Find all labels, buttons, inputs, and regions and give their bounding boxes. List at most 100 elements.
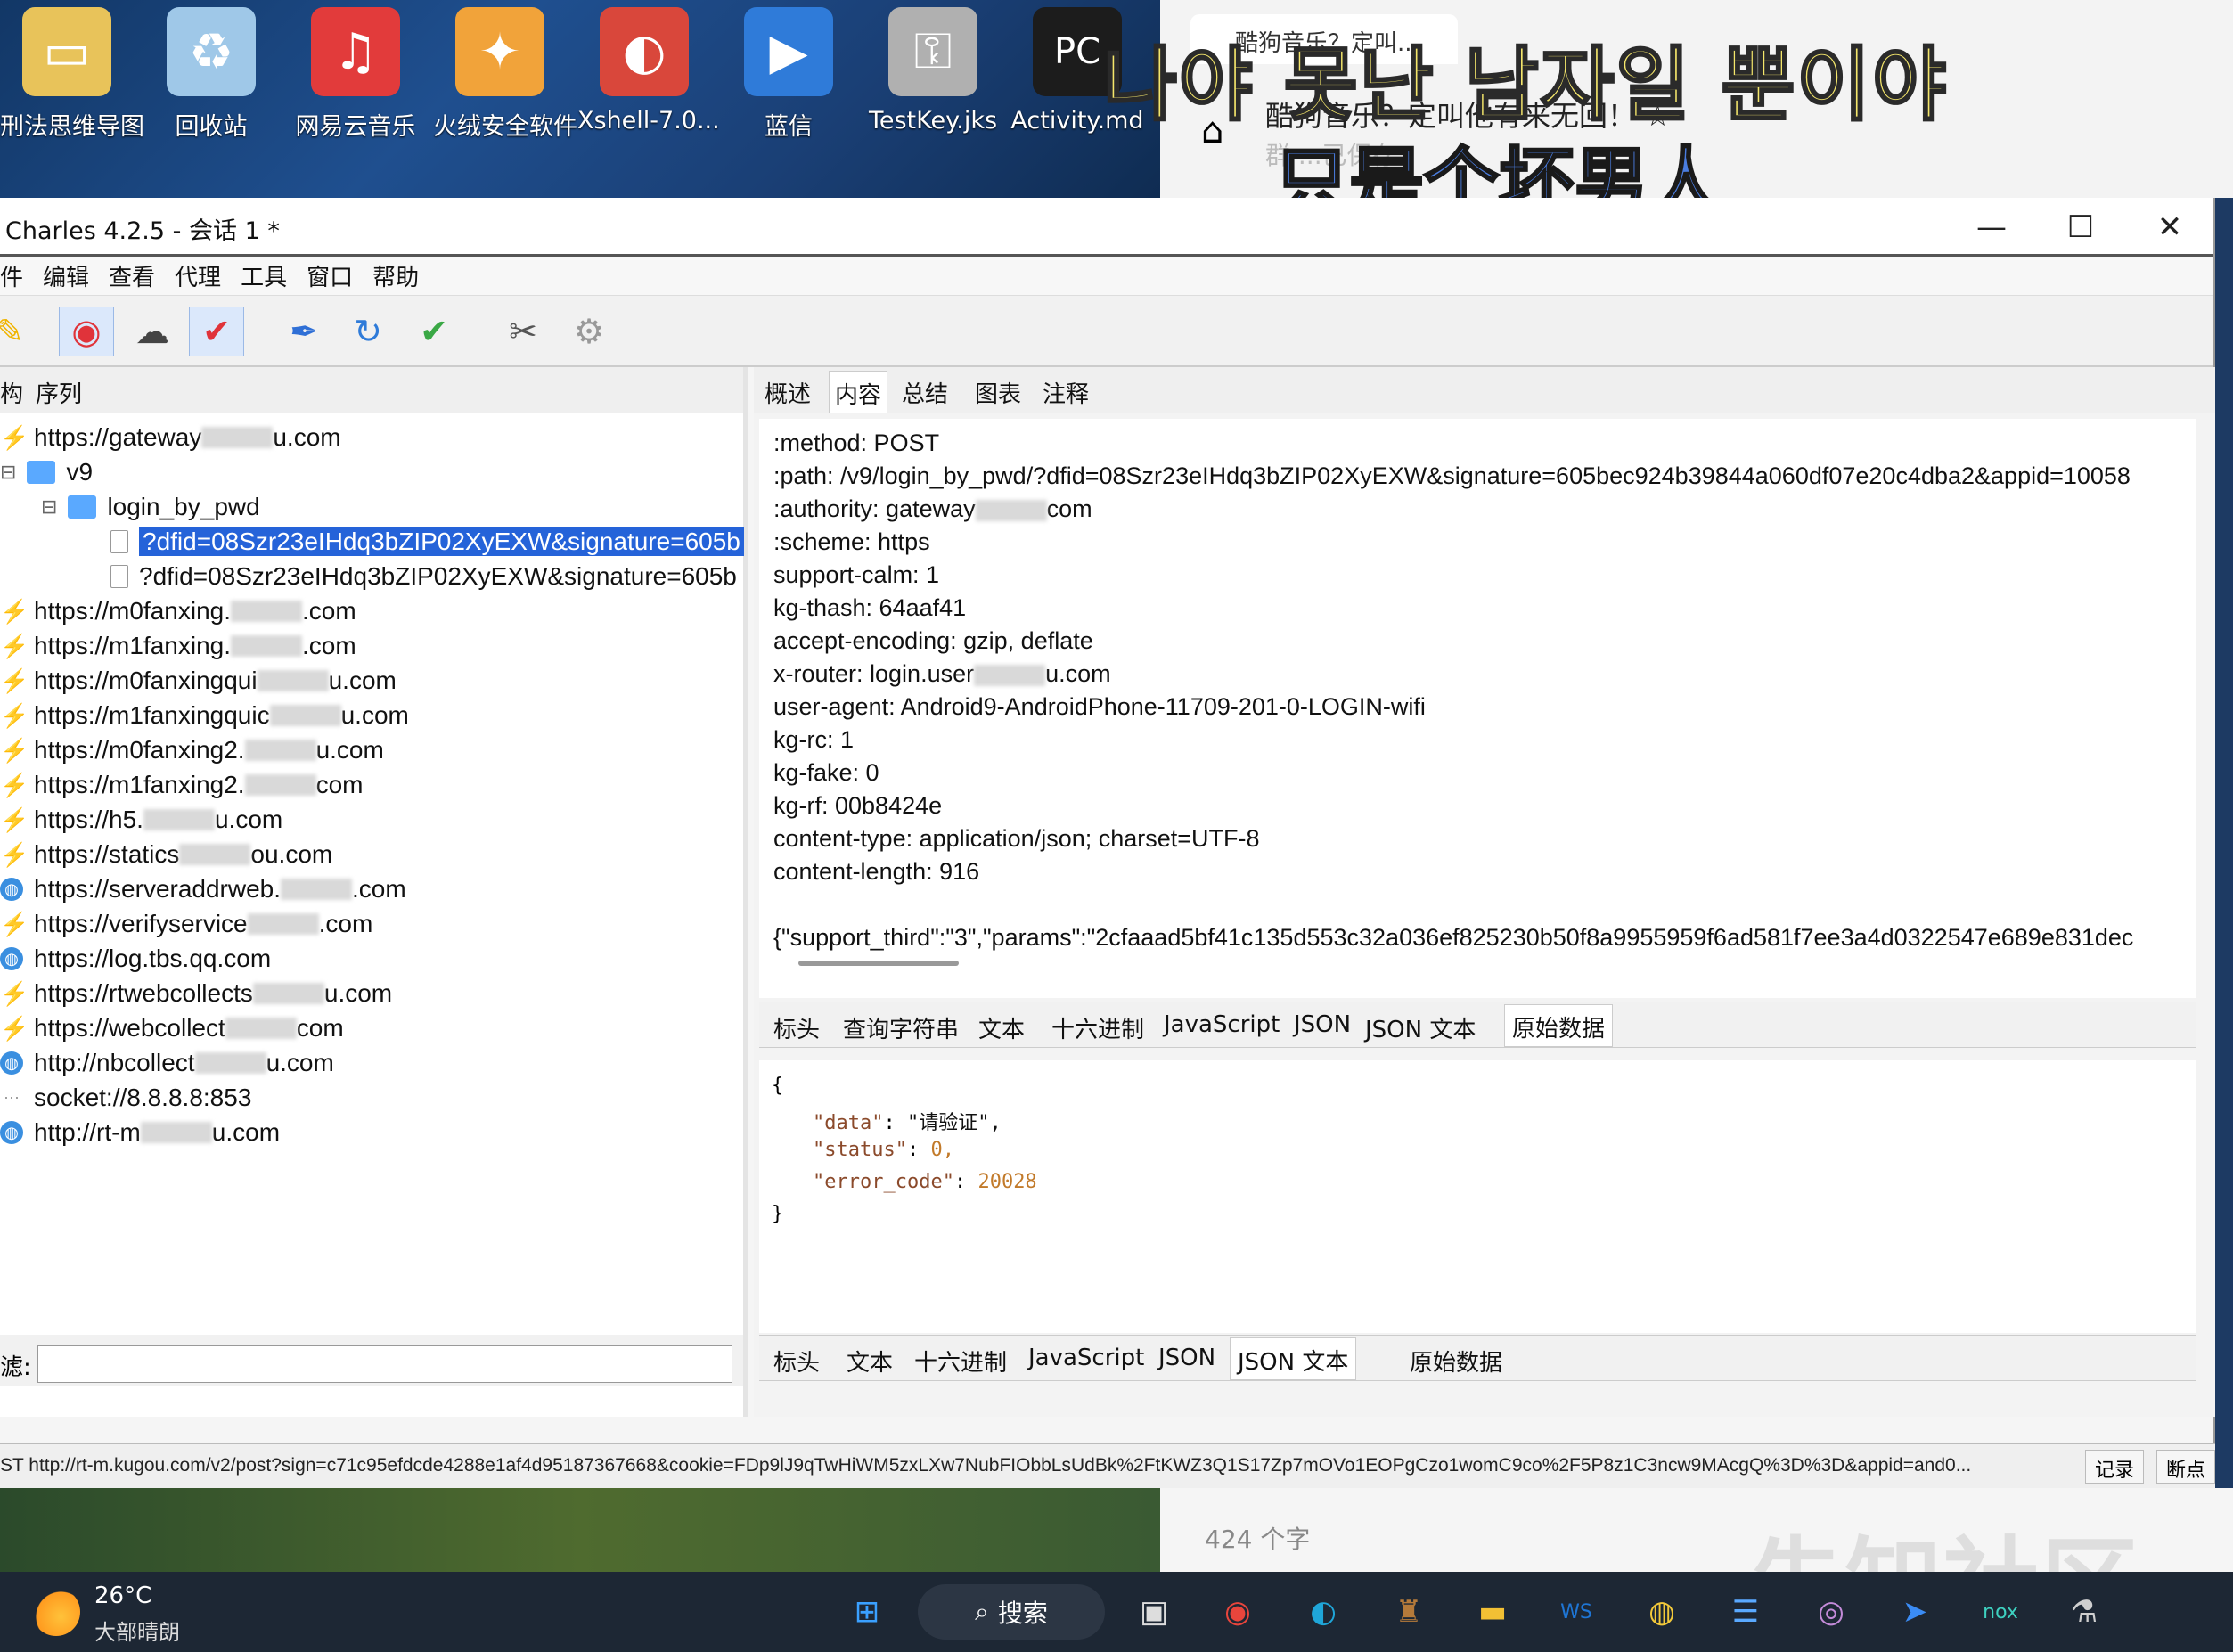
menu-item[interactable]: 工具 [241,259,287,292]
view-tab[interactable]: JSON [1158,1345,1215,1371]
request-header-line: content-length: 916 [773,858,979,886]
task-view-icon[interactable]: ▣ [1128,1586,1180,1638]
yellow-app-icon[interactable]: ◍ [1636,1586,1688,1638]
record-icon[interactable]: ◉ [59,307,114,356]
tree-row[interactable]: ⚡ https://m1fanxing2. com [0,768,363,802]
redacted-block [231,601,303,622]
lightning-icon: ⚡ [0,633,29,659]
tab-structure[interactable]: 构 [0,376,23,409]
broom-icon[interactable]: ✎ [0,307,37,356]
view-tab[interactable]: 文本 [847,1345,893,1378]
request-header-line: x-router: login.user u.com [773,660,1111,688]
breakpoints-button[interactable]: 断点 [2156,1450,2215,1484]
desktop-icon[interactable]: ▶ 蓝信 [722,0,855,142]
view-tab[interactable]: JSON 文本 [1230,1337,1357,1380]
tree-row[interactable]: ?dfid=08Szr23eIHdq3bZIP02XyEXW&signature… [110,560,737,593]
game-icon[interactable]: ♜ [1383,1586,1435,1638]
view-tab[interactable]: 标头 [773,1345,820,1378]
menu-item[interactable]: 编辑 [43,259,89,292]
tree-row[interactable]: ⚡ https://m0fanxing2. u.com [0,733,384,767]
validate-check-icon[interactable]: ✔ [406,307,462,356]
tab-overview[interactable]: 概述 [759,376,816,409]
status-bar: ST http://rt-m.kugou.com/v2/post?sign=c7… [0,1443,2215,1488]
filter-input[interactable] [37,1345,732,1383]
feishu-icon[interactable]: ➤ [1889,1586,1941,1638]
close-button[interactable]: ✕ [2130,205,2210,249]
key-file-icon: ⚿ [888,7,977,96]
tab-sequence[interactable]: 序列 [36,376,82,409]
tab-contents[interactable]: 内容 [829,371,888,413]
desktop-icon[interactable]: ◐ Xshell-7.0... [577,0,720,135]
view-tab[interactable]: 原始数据 [1504,1004,1614,1047]
view-tab[interactable]: 文本 [978,1011,1025,1044]
edge-icon[interactable]: ◐ [1297,1586,1349,1638]
view-tab[interactable]: 十六进制 [914,1345,1007,1378]
view-tab[interactable]: 标头 [773,1011,820,1044]
tree-row[interactable]: ⚡ https://rtwebcollects u.com [0,977,392,1010]
media-app-icon[interactable]: ◎ [1805,1586,1857,1638]
desktop-icon[interactable]: ▭ 刑法思维导图 [0,0,144,142]
desktop-icon[interactable]: ⚿ TestKey.jks [866,0,1000,135]
breakpoint-icon[interactable]: ✔ [189,307,244,356]
tree-row-label: ?dfid=08Szr23eIHdq3bZIP02XyEXW&signature… [139,562,737,590]
taskbar-search[interactable]: ⌕ 搜索 [918,1584,1105,1640]
file-explorer-icon[interactable]: ▬ [1467,1586,1518,1638]
view-tab[interactable]: 查询字符串 [843,1011,959,1044]
menu-item[interactable]: 查看 [109,259,155,292]
tree-row[interactable]: ◍ http://nbcollect u.com [0,1046,334,1080]
tree-row[interactable]: ◍ https://log.tbs.qq.com [0,942,271,976]
tree-row[interactable]: ?dfid=08Szr23eIHdq3bZIP02XyEXW&signature… [110,525,744,559]
tree-row[interactable]: ⚡ https://m1fanxing. .com [0,629,356,663]
desktop-icon[interactable]: ✦ 火绒安全软件 [433,0,577,142]
view-tab[interactable]: 十六进制 [1051,1011,1144,1044]
globe-icon: ◍ [0,1121,23,1144]
record-button[interactable]: 记录 [2085,1450,2145,1484]
menu-item[interactable]: 帮助 [372,259,419,292]
weather-sun-icon[interactable] [32,1588,80,1636]
tree-row[interactable]: ⚡ https://gateway u.com [0,421,341,454]
collapse-toggle-icon[interactable]: ⊟ [41,495,57,519]
maximize-button[interactable]: ☐ [2041,205,2121,249]
tree-row[interactable]: ⚡ https://verifyservice .com [0,907,372,941]
desktop-icon[interactable]: ♻ 回收站 [144,0,278,142]
tree-row[interactable]: ⚡ https://m0fanxing. .com [0,594,356,628]
tree-row[interactable]: ⊟ login_by_pwd [41,490,260,524]
tree-row[interactable]: ⚡ https://m1fanxingquic u.com [0,699,409,732]
view-tab[interactable]: JavaScript [1164,1011,1280,1038]
tree-row[interactable]: ◍ https://serveraddrweb. .com [0,872,406,906]
charles-icon[interactable]: ⚗ [2058,1586,2110,1638]
tree-row[interactable]: ⚡ https://statics ou.com [0,838,332,871]
tree-row[interactable]: ⊟ v9 [0,455,93,489]
horizontal-scrollbar[interactable] [798,961,959,966]
tab-notes[interactable]: 注释 [1037,376,1094,409]
tree-row[interactable]: ⚡ https://h5. u.com [0,803,282,837]
nox-icon[interactable]: nox [1975,1586,2026,1638]
tools-icon[interactable]: ✂ [495,307,551,356]
windows-start-icon[interactable]: ⊞ [841,1586,893,1638]
collapse-toggle-icon[interactable]: ⊟ [0,461,16,484]
tree-row[interactable]: ⚡ https://webcollect com [0,1011,344,1045]
menu-item[interactable]: 件 [0,259,23,292]
notepad-icon[interactable]: ☰ [1720,1586,1771,1638]
tab-chart[interactable]: 图表 [969,376,1027,409]
throttle-turtle-icon[interactable]: ☁ [125,307,180,356]
settings-gear-icon[interactable]: ⚙ [561,307,617,356]
view-tab[interactable]: 原始数据 [1410,1345,1502,1378]
menu-item[interactable]: 窗口 [307,259,353,292]
request-header-text: kg-rf: 00b8424e [773,792,943,819]
menu-item[interactable]: 代理 [175,259,221,292]
minimize-button[interactable]: — [1951,205,2032,249]
compose-pen-icon[interactable]: ✒ [276,307,331,356]
webstorm-icon[interactable]: WS [1550,1586,1602,1638]
desktop-icon[interactable]: ♫ 网易云音乐 [289,0,422,142]
chrome-icon[interactable]: ◉ [1212,1586,1264,1638]
tree-row[interactable]: ⚡ https://m0fanxingqui u.com [0,664,397,698]
tab-summary[interactable]: 总结 [896,376,953,409]
tree-row[interactable]: ◍ http://rt-m u.com [0,1116,280,1149]
view-tab[interactable]: JSON [1294,1011,1351,1038]
view-tab[interactable]: JavaScript [1028,1345,1144,1371]
repeat-icon[interactable]: ↻ [340,307,396,356]
tree-row-label: https://m1fanxing. [34,632,232,659]
tree-row[interactable]: ⋯ socket://8.8.8.8:853 [0,1081,251,1115]
view-tab[interactable]: JSON 文本 [1365,1011,1476,1044]
